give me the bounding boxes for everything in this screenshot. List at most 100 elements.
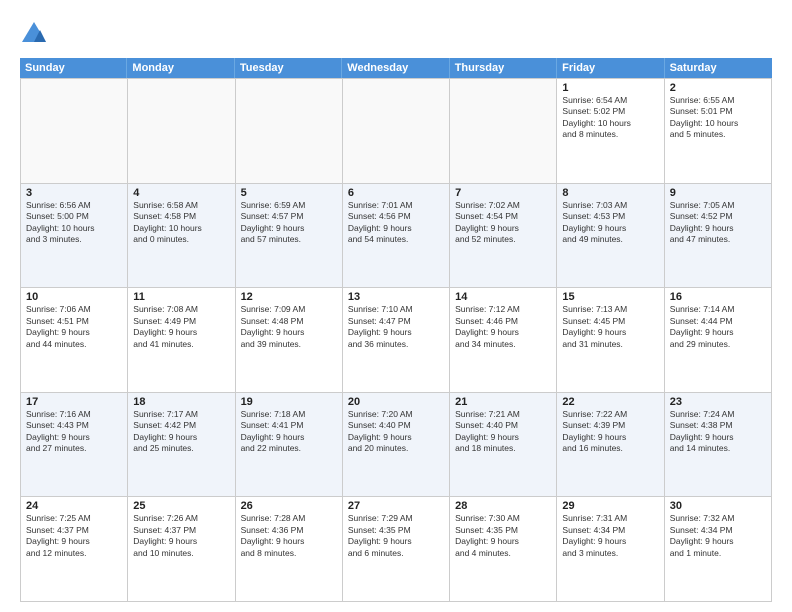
day-info: Sunrise: 6:54 AM Sunset: 5:02 PM Dayligh… xyxy=(562,95,658,141)
day-number: 13 xyxy=(348,291,444,303)
day-number: 24 xyxy=(26,500,122,512)
day-info: Sunrise: 7:12 AM Sunset: 4:46 PM Dayligh… xyxy=(455,304,551,350)
calendar: SundayMondayTuesdayWednesdayThursdayFrid… xyxy=(20,58,772,602)
calendar-cell: 7Sunrise: 7:02 AM Sunset: 4:54 PM Daylig… xyxy=(450,184,557,289)
calendar-cell: 16Sunrise: 7:14 AM Sunset: 4:44 PM Dayli… xyxy=(665,288,772,393)
calendar-cell xyxy=(450,79,557,184)
day-info: Sunrise: 7:01 AM Sunset: 4:56 PM Dayligh… xyxy=(348,200,444,246)
calendar-cell: 23Sunrise: 7:24 AM Sunset: 4:38 PM Dayli… xyxy=(665,393,772,498)
calendar-cell: 24Sunrise: 7:25 AM Sunset: 4:37 PM Dayli… xyxy=(21,497,128,602)
day-info: Sunrise: 7:03 AM Sunset: 4:53 PM Dayligh… xyxy=(562,200,658,246)
day-info: Sunrise: 7:29 AM Sunset: 4:35 PM Dayligh… xyxy=(348,513,444,559)
page: SundayMondayTuesdayWednesdayThursdayFrid… xyxy=(0,0,792,612)
day-number: 14 xyxy=(455,291,551,303)
day-number: 23 xyxy=(670,396,766,408)
calendar-cell xyxy=(343,79,450,184)
day-info: Sunrise: 7:21 AM Sunset: 4:40 PM Dayligh… xyxy=(455,409,551,455)
calendar-cell xyxy=(236,79,343,184)
day-number: 26 xyxy=(241,500,337,512)
day-info: Sunrise: 7:28 AM Sunset: 4:36 PM Dayligh… xyxy=(241,513,337,559)
day-info: Sunrise: 7:06 AM Sunset: 4:51 PM Dayligh… xyxy=(26,304,122,350)
day-info: Sunrise: 7:08 AM Sunset: 4:49 PM Dayligh… xyxy=(133,304,229,350)
calendar-cell: 25Sunrise: 7:26 AM Sunset: 4:37 PM Dayli… xyxy=(128,497,235,602)
day-number: 6 xyxy=(348,187,444,199)
calendar-body: 1Sunrise: 6:54 AM Sunset: 5:02 PM Daylig… xyxy=(20,78,772,602)
calendar-cell: 6Sunrise: 7:01 AM Sunset: 4:56 PM Daylig… xyxy=(343,184,450,289)
day-info: Sunrise: 7:25 AM Sunset: 4:37 PM Dayligh… xyxy=(26,513,122,559)
day-number: 9 xyxy=(670,187,766,199)
day-info: Sunrise: 7:24 AM Sunset: 4:38 PM Dayligh… xyxy=(670,409,766,455)
day-number: 7 xyxy=(455,187,551,199)
day-info: Sunrise: 7:10 AM Sunset: 4:47 PM Dayligh… xyxy=(348,304,444,350)
day-number: 20 xyxy=(348,396,444,408)
day-info: Sunrise: 6:58 AM Sunset: 4:58 PM Dayligh… xyxy=(133,200,229,246)
calendar-cell: 5Sunrise: 6:59 AM Sunset: 4:57 PM Daylig… xyxy=(236,184,343,289)
day-info: Sunrise: 7:26 AM Sunset: 4:37 PM Dayligh… xyxy=(133,513,229,559)
calendar-cell: 22Sunrise: 7:22 AM Sunset: 4:39 PM Dayli… xyxy=(557,393,664,498)
calendar-cell: 18Sunrise: 7:17 AM Sunset: 4:42 PM Dayli… xyxy=(128,393,235,498)
day-info: Sunrise: 7:14 AM Sunset: 4:44 PM Dayligh… xyxy=(670,304,766,350)
day-number: 4 xyxy=(133,187,229,199)
calendar-cell: 19Sunrise: 7:18 AM Sunset: 4:41 PM Dayli… xyxy=(236,393,343,498)
calendar-cell: 20Sunrise: 7:20 AM Sunset: 4:40 PM Dayli… xyxy=(343,393,450,498)
day-number: 15 xyxy=(562,291,658,303)
calendar-cell: 17Sunrise: 7:16 AM Sunset: 4:43 PM Dayli… xyxy=(21,393,128,498)
day-number: 29 xyxy=(562,500,658,512)
day-number: 21 xyxy=(455,396,551,408)
day-info: Sunrise: 7:09 AM Sunset: 4:48 PM Dayligh… xyxy=(241,304,337,350)
calendar-cell: 9Sunrise: 7:05 AM Sunset: 4:52 PM Daylig… xyxy=(665,184,772,289)
calendar-cell: 27Sunrise: 7:29 AM Sunset: 4:35 PM Dayli… xyxy=(343,497,450,602)
day-info: Sunrise: 7:31 AM Sunset: 4:34 PM Dayligh… xyxy=(562,513,658,559)
day-number: 18 xyxy=(133,396,229,408)
calendar-cell: 10Sunrise: 7:06 AM Sunset: 4:51 PM Dayli… xyxy=(21,288,128,393)
day-info: Sunrise: 7:02 AM Sunset: 4:54 PM Dayligh… xyxy=(455,200,551,246)
calendar-header-cell: Monday xyxy=(127,58,234,78)
day-number: 25 xyxy=(133,500,229,512)
day-info: Sunrise: 7:20 AM Sunset: 4:40 PM Dayligh… xyxy=(348,409,444,455)
calendar-cell: 21Sunrise: 7:21 AM Sunset: 4:40 PM Dayli… xyxy=(450,393,557,498)
day-info: Sunrise: 7:17 AM Sunset: 4:42 PM Dayligh… xyxy=(133,409,229,455)
day-number: 10 xyxy=(26,291,122,303)
calendar-cell xyxy=(128,79,235,184)
calendar-cell: 15Sunrise: 7:13 AM Sunset: 4:45 PM Dayli… xyxy=(557,288,664,393)
day-info: Sunrise: 7:13 AM Sunset: 4:45 PM Dayligh… xyxy=(562,304,658,350)
header xyxy=(20,16,772,48)
day-number: 5 xyxy=(241,187,337,199)
calendar-cell: 12Sunrise: 7:09 AM Sunset: 4:48 PM Dayli… xyxy=(236,288,343,393)
calendar-header-cell: Friday xyxy=(557,58,664,78)
day-number: 8 xyxy=(562,187,658,199)
calendar-cell: 4Sunrise: 6:58 AM Sunset: 4:58 PM Daylig… xyxy=(128,184,235,289)
day-info: Sunrise: 7:22 AM Sunset: 4:39 PM Dayligh… xyxy=(562,409,658,455)
day-info: Sunrise: 7:05 AM Sunset: 4:52 PM Dayligh… xyxy=(670,200,766,246)
calendar-cell: 28Sunrise: 7:30 AM Sunset: 4:35 PM Dayli… xyxy=(450,497,557,602)
calendar-header-cell: Wednesday xyxy=(342,58,449,78)
calendar-cell: 11Sunrise: 7:08 AM Sunset: 4:49 PM Dayli… xyxy=(128,288,235,393)
calendar-cell: 2Sunrise: 6:55 AM Sunset: 5:01 PM Daylig… xyxy=(665,79,772,184)
day-info: Sunrise: 6:56 AM Sunset: 5:00 PM Dayligh… xyxy=(26,200,122,246)
calendar-cell: 30Sunrise: 7:32 AM Sunset: 4:34 PM Dayli… xyxy=(665,497,772,602)
day-number: 19 xyxy=(241,396,337,408)
logo-icon xyxy=(20,20,48,48)
calendar-cell: 3Sunrise: 6:56 AM Sunset: 5:00 PM Daylig… xyxy=(21,184,128,289)
calendar-header-cell: Sunday xyxy=(20,58,127,78)
day-number: 2 xyxy=(670,82,766,94)
calendar-cell: 26Sunrise: 7:28 AM Sunset: 4:36 PM Dayli… xyxy=(236,497,343,602)
calendar-row: 24Sunrise: 7:25 AM Sunset: 4:37 PM Dayli… xyxy=(21,497,772,602)
day-number: 16 xyxy=(670,291,766,303)
calendar-header-cell: Saturday xyxy=(665,58,772,78)
day-number: 12 xyxy=(241,291,337,303)
calendar-header: SundayMondayTuesdayWednesdayThursdayFrid… xyxy=(20,58,772,78)
calendar-header-cell: Thursday xyxy=(450,58,557,78)
day-info: Sunrise: 7:30 AM Sunset: 4:35 PM Dayligh… xyxy=(455,513,551,559)
calendar-cell: 29Sunrise: 7:31 AM Sunset: 4:34 PM Dayli… xyxy=(557,497,664,602)
day-info: Sunrise: 7:18 AM Sunset: 4:41 PM Dayligh… xyxy=(241,409,337,455)
calendar-row: 1Sunrise: 6:54 AM Sunset: 5:02 PM Daylig… xyxy=(21,79,772,184)
day-info: Sunrise: 7:16 AM Sunset: 4:43 PM Dayligh… xyxy=(26,409,122,455)
day-number: 3 xyxy=(26,187,122,199)
day-number: 17 xyxy=(26,396,122,408)
day-number: 30 xyxy=(670,500,766,512)
calendar-cell: 14Sunrise: 7:12 AM Sunset: 4:46 PM Dayli… xyxy=(450,288,557,393)
day-number: 22 xyxy=(562,396,658,408)
calendar-row: 17Sunrise: 7:16 AM Sunset: 4:43 PM Dayli… xyxy=(21,393,772,498)
day-number: 1 xyxy=(562,82,658,94)
